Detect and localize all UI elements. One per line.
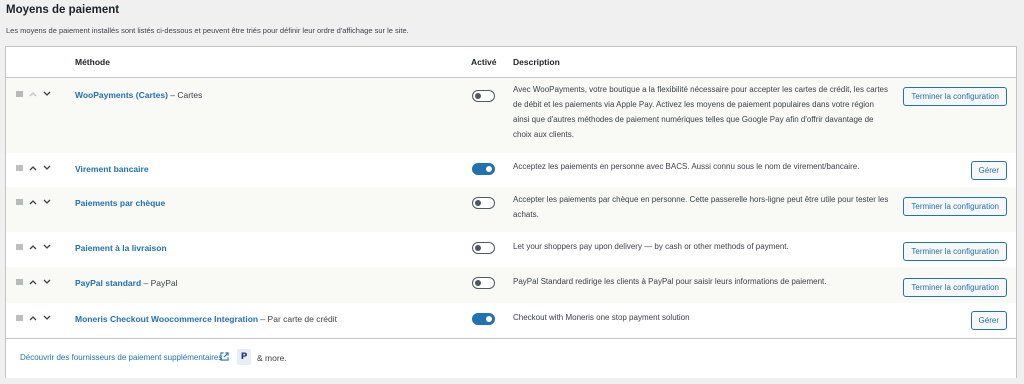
enable-toggle[interactable] (472, 242, 495, 254)
chevron-down-icon[interactable] (43, 91, 51, 97)
column-header-description: Description (513, 57, 560, 67)
chevron-down-icon[interactable] (43, 279, 51, 285)
gateway-name: Paiements par chèque (75, 198, 165, 208)
manage-button[interactable]: Gérer (970, 161, 1007, 180)
drag-handle-icon[interactable] (16, 199, 23, 205)
gateway-row: Paiements par chèque Accepter les paieme… (6, 187, 1016, 232)
gateway-link[interactable]: Paiement à la livraison (75, 243, 167, 253)
chevron-down-icon[interactable] (43, 199, 51, 205)
toggle-knob (486, 165, 492, 172)
page-title: Moyens de paiement (6, 4, 120, 16)
gateway-subtitle: – Par carte de crédit (258, 314, 338, 324)
gateway-name: Virement bancaire (75, 164, 149, 174)
gateway-link[interactable]: Paiements par chèque (75, 198, 165, 208)
sort-controls (16, 165, 51, 171)
chevron-down-icon[interactable] (43, 315, 51, 321)
drag-handle-icon[interactable] (16, 91, 23, 97)
gateway-description: Let your shoppers pay upon delivery — by… (513, 242, 789, 251)
external-link-icon[interactable] (220, 352, 229, 363)
chevron-up-icon[interactable] (29, 165, 37, 171)
gateway-description: Checkout with Moneris one stop payment s… (513, 313, 690, 322)
gateway-link[interactable]: WooPayments (Cartes) (75, 90, 168, 100)
gateway-description: PayPal Standard redirige les clients à P… (513, 277, 827, 286)
gateway-name: PayPal standard – PayPal (75, 278, 178, 288)
gateway-description: Avec WooPayments, votre boutique a la fl… (513, 85, 889, 139)
gateway-name: Moneris Checkout Woocommerce Integration… (75, 314, 337, 324)
enable-toggle[interactable] (472, 313, 495, 325)
drag-handle-icon[interactable] (16, 165, 23, 171)
chevron-up-icon[interactable] (29, 199, 37, 205)
chevron-up-icon[interactable] (29, 279, 37, 285)
chevron-up-icon[interactable] (29, 315, 37, 321)
finish-setup-button[interactable]: Terminer la configuration (903, 278, 1007, 297)
enable-toggle[interactable] (472, 163, 495, 175)
drag-handle-icon[interactable] (16, 315, 23, 321)
gateway-row: PayPal standard – PayPal PayPal Standard… (6, 267, 1016, 303)
sort-controls (16, 199, 51, 205)
toggle-knob (475, 244, 481, 251)
drag-handle-icon[interactable] (16, 279, 23, 285)
chevron-up-icon[interactable] (29, 91, 37, 97)
discover-providers-link[interactable]: Découvrir des fournisseurs de paiement s… (20, 353, 222, 362)
gateway-row: WooPayments (Cartes) – Cartes Avec WooPa… (6, 79, 1016, 153)
table-footer: Découvrir des fournisseurs de paiement s… (6, 338, 1016, 378)
column-header-method: Méthode (75, 57, 110, 67)
column-header-enabled: Activé (471, 57, 497, 67)
table-header: Méthode Activé Description (6, 47, 1016, 78)
gateway-link[interactable]: Virement bancaire (75, 164, 149, 174)
sort-controls (16, 91, 51, 97)
sort-controls (16, 315, 51, 321)
page-description: Les moyens de paiement installés sont li… (6, 26, 409, 35)
chevron-down-icon[interactable] (43, 244, 51, 250)
paypal-icon: P (237, 349, 251, 365)
toggle-knob (475, 92, 481, 99)
chevron-down-icon[interactable] (43, 165, 51, 171)
chevron-up-icon[interactable] (29, 244, 37, 250)
gateway-row: Virement bancaire Acceptez les paiements… (6, 153, 1016, 187)
gateway-row: Moneris Checkout Woocommerce Integration… (6, 303, 1016, 337)
gateway-row: Paiement à la livraison Let your shopper… (6, 232, 1016, 267)
finish-setup-button[interactable]: Terminer la configuration (903, 87, 1007, 106)
gateway-link[interactable]: Moneris Checkout Woocommerce Integration (75, 314, 258, 324)
finish-setup-button[interactable]: Terminer la configuration (903, 197, 1007, 216)
finish-setup-button[interactable]: Terminer la configuration (903, 242, 1007, 261)
enable-toggle[interactable] (472, 197, 495, 209)
toggle-knob (475, 279, 481, 286)
gateway-link[interactable]: PayPal standard (75, 278, 141, 288)
sort-controls (16, 279, 51, 285)
toggle-knob (486, 315, 492, 322)
enable-toggle[interactable] (472, 90, 495, 102)
gateway-description: Acceptez les paiements en personne avec … (513, 162, 860, 171)
more-providers-text: & more. (257, 353, 287, 363)
gateway-name: WooPayments (Cartes) – Cartes (75, 90, 202, 100)
gateway-subtitle: – PayPal (141, 278, 178, 288)
gateway-name: Paiement à la livraison (75, 243, 167, 253)
gateway-description: Accepter les paiements par chèque en per… (513, 195, 889, 219)
drag-handle-icon[interactable] (16, 244, 23, 250)
payment-methods-table: Méthode Activé Description WooPayments (… (5, 46, 1017, 378)
sort-controls (16, 244, 51, 250)
enable-toggle[interactable] (472, 277, 495, 289)
manage-button[interactable]: Gérer (970, 311, 1007, 330)
gateway-subtitle: – Cartes (167, 90, 203, 100)
toggle-knob (475, 199, 481, 206)
